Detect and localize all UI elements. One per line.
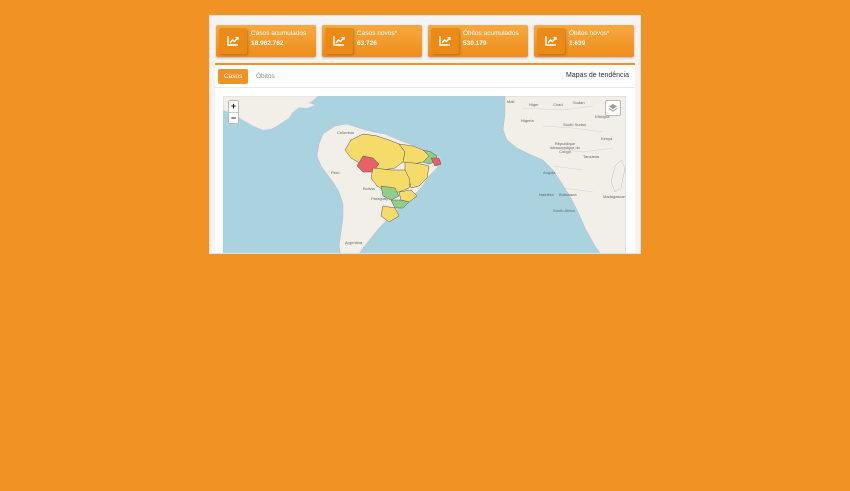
trend-chart-icon — [431, 28, 459, 54]
map-tiles — [223, 96, 626, 253]
map-label-botswana: Botswana — [559, 192, 577, 197]
tab-deaths[interactable]: Óbitos — [250, 69, 281, 84]
card-deaths-new: Óbitos novos* 1.639 — [534, 25, 634, 57]
layers-button[interactable] — [605, 100, 621, 116]
map-label-niger: Niger — [529, 102, 539, 107]
card-cases-new: Casos novos* 63.726 — [322, 25, 422, 57]
layers-icon — [608, 104, 618, 112]
card-label: Casos novos* — [357, 30, 398, 37]
map-label-paraguay: Paraguay — [371, 196, 389, 201]
map-label-madagascar: Madagascar — [603, 194, 626, 199]
map-label-mali: Mali — [507, 99, 515, 104]
map-label-south-sudan: South Sudan — [563, 122, 587, 127]
tab-divider — [215, 87, 635, 88]
card-label: Óbitos acumulados — [463, 30, 519, 37]
card-deaths-total: Óbitos acumulados 530.179 — [428, 25, 528, 57]
zoom-in-button[interactable]: + — [229, 101, 238, 112]
trend-chart-icon — [219, 28, 247, 54]
map-label-kenya: Kenya — [601, 136, 613, 141]
map-label-drc: République démocratique du Congo — [550, 141, 580, 154]
map-label-south-africa: South Africa — [553, 208, 575, 213]
summary-cards: Casos acumulados 18.962.762 Casos novos*… — [216, 25, 636, 57]
card-cases-total: Casos acumulados 18.962.762 — [216, 25, 316, 57]
zoom-control: + − — [228, 100, 239, 124]
card-value: 530.179 — [463, 40, 487, 47]
map-label-sudan: Sudan — [573, 100, 585, 105]
map-label-namibia: Namibia — [539, 192, 554, 197]
map-label-argentina: Argentina — [345, 240, 363, 245]
map-label-chad: Chad — [553, 102, 563, 107]
map-label-peru: Perú — [331, 170, 340, 175]
trend-chart-icon — [325, 28, 353, 54]
map-label-angola: Angola — [543, 170, 556, 175]
tab-cases[interactable]: Casos — [218, 69, 249, 84]
map-label-colombia: Colombia — [337, 130, 354, 135]
map-section: Casos Óbitos Mapas de tendência Colombia… — [215, 63, 635, 253]
map-label-tanzania: Tanzania — [583, 154, 600, 159]
card-label: Casos acumulados — [251, 30, 307, 37]
card-value: 1.639 — [569, 40, 586, 47]
trend-chart-icon — [537, 28, 565, 54]
card-value: 63.726 — [357, 40, 377, 47]
card-label: Óbitos novos* — [569, 30, 610, 37]
zoom-out-button[interactable]: − — [229, 112, 238, 124]
map-label-bolivia: Bolivia — [363, 186, 375, 191]
map-title: Mapas de tendência — [565, 72, 629, 79]
card-value: 18.962.762 — [251, 40, 284, 47]
trend-map[interactable]: Colombia Perú Bolivia Paraguay Argentina… — [223, 96, 626, 253]
dashboard-panel: Casos acumulados 18.962.762 Casos novos*… — [209, 15, 641, 254]
map-label-nigeria: Nigeria — [521, 118, 534, 123]
